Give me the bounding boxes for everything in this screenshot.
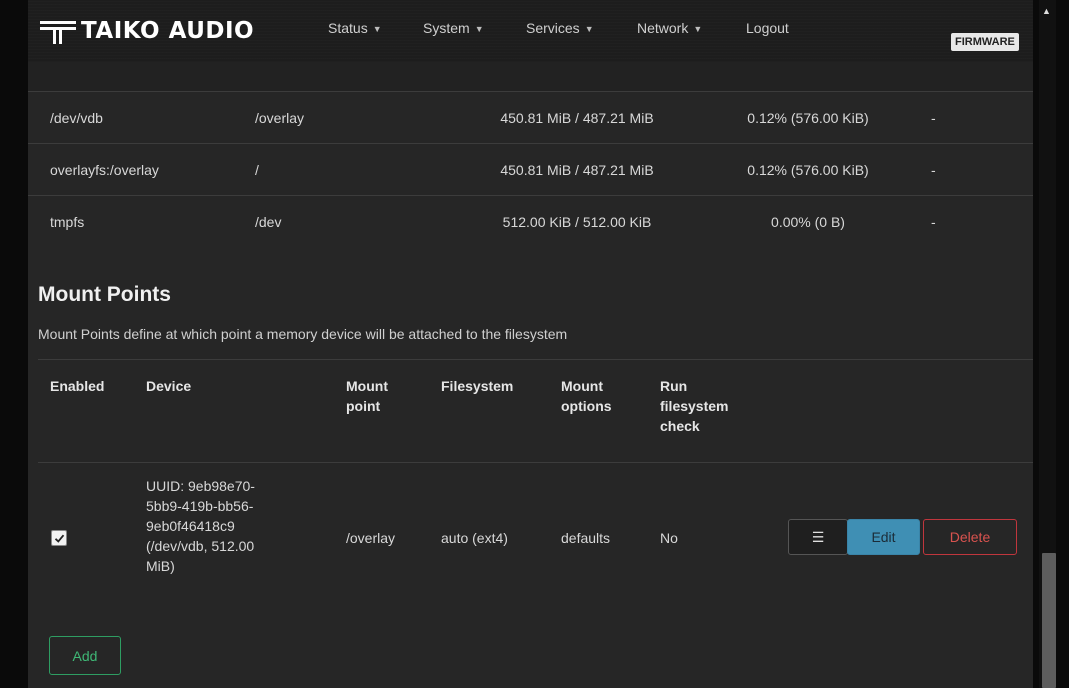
firmware-badge[interactable]: FIRMWARE bbox=[951, 33, 1019, 51]
storage-device: tmpfs bbox=[28, 195, 255, 248]
caret-down-icon: ▼ bbox=[584, 24, 594, 34]
header-filesystem: Filesystem bbox=[441, 378, 514, 394]
add-button[interactable]: Add bbox=[49, 636, 121, 675]
menu-icon: ☰ bbox=[811, 528, 825, 545]
header-line: Run bbox=[660, 378, 688, 394]
device-line: MiB) bbox=[146, 558, 175, 574]
header-device: Device bbox=[146, 378, 192, 394]
nav-system-menu[interactable]: System ▼ bbox=[423, 20, 484, 36]
header-line: check bbox=[660, 418, 700, 434]
brand-name: TAIKO AUDIO bbox=[81, 18, 255, 44]
storage-reserved: 0.12% (576.00 KiB) bbox=[713, 91, 903, 144]
device-line: (/dev/vdb, 512.00 bbox=[146, 538, 255, 554]
drag-handle-button[interactable]: ☰ bbox=[788, 519, 848, 555]
checkmark-icon bbox=[54, 534, 64, 543]
storage-usage: 450.81 MiB / 487.21 MiB bbox=[441, 91, 713, 144]
storage-extra: - bbox=[903, 91, 1033, 144]
nav-status-menu[interactable]: Status ▼ bbox=[328, 20, 382, 36]
storage-reserved: 0.12% (576.00 KiB) bbox=[713, 143, 903, 196]
device-line: 9eb0f46418c9 bbox=[146, 518, 235, 534]
caret-down-icon: ▼ bbox=[474, 24, 484, 34]
header-mount-point: Mount point bbox=[346, 376, 388, 416]
header-line: point bbox=[346, 398, 381, 414]
table-row: /dev/vdb /overlay 450.81 MiB / 487.21 Mi… bbox=[28, 91, 1033, 144]
header-run-fsck: Run filesystem check bbox=[660, 376, 728, 436]
header-line: Mount bbox=[346, 378, 388, 394]
nav-network-label: Network bbox=[637, 20, 689, 36]
storage-table: /dev/vdb /overlay 450.81 MiB / 487.21 Mi… bbox=[28, 91, 1033, 248]
scroll-up-arrow-icon[interactable]: ▲ bbox=[1042, 6, 1051, 16]
table-row: overlayfs:/overlay / 450.81 MiB / 487.21… bbox=[28, 143, 1033, 196]
section-description: Mount Points define at which point a mem… bbox=[38, 326, 568, 342]
top-navbar: TAIKO AUDIO Status ▼ System ▼ Services ▼ Ne… bbox=[28, 0, 1033, 62]
nav-logout-link[interactable]: Logout bbox=[746, 20, 789, 36]
storage-reserved: 0.00% (0 B) bbox=[713, 195, 903, 248]
storage-extra: - bbox=[903, 143, 1033, 196]
caret-down-icon: ▼ bbox=[372, 24, 382, 34]
storage-usage: 512.00 KiB / 512.00 KiB bbox=[441, 195, 713, 248]
page-content: TAIKO AUDIO Status ▼ System ▼ Services ▼ Ne… bbox=[28, 0, 1033, 688]
nav-status-label: Status bbox=[328, 20, 368, 36]
nav-system-label: System bbox=[423, 20, 470, 36]
taiko-logo-icon bbox=[40, 21, 76, 44]
storage-device: overlayfs:/overlay bbox=[28, 143, 255, 196]
header-enabled: Enabled bbox=[50, 378, 105, 394]
device-cell: UUID: 9eb98e70- 5bb9-419b-bb56- 9eb0f464… bbox=[146, 476, 255, 576]
delete-button[interactable]: Delete bbox=[923, 519, 1017, 555]
storage-mount: /overlay bbox=[255, 91, 441, 144]
section-title: Mount Points bbox=[38, 283, 171, 306]
header-mount-options: Mount options bbox=[561, 376, 612, 416]
table-header: Enabled Device Mount point Filesystem Mo… bbox=[38, 360, 1033, 463]
scrollbar-thumb[interactable] bbox=[1042, 553, 1056, 688]
nav-logout-label: Logout bbox=[746, 20, 789, 36]
table-row: tmpfs /dev 512.00 KiB / 512.00 KiB 0.00%… bbox=[28, 195, 1033, 248]
header-line: filesystem bbox=[660, 398, 729, 414]
fsck-cell: No bbox=[660, 530, 678, 546]
storage-extra: - bbox=[903, 195, 1033, 248]
device-line: UUID: 9eb98e70- bbox=[146, 478, 255, 494]
caret-down-icon: ▼ bbox=[693, 24, 703, 34]
header-line: options bbox=[561, 398, 612, 414]
storage-usage: 450.81 MiB / 487.21 MiB bbox=[441, 143, 713, 196]
device-line: 5bb9-419b-bb56- bbox=[146, 498, 254, 514]
mount-point-cell: /overlay bbox=[346, 530, 396, 546]
nav-network-menu[interactable]: Network ▼ bbox=[637, 20, 702, 36]
nav-services-menu[interactable]: Services ▼ bbox=[526, 20, 594, 36]
storage-mount: / bbox=[255, 143, 441, 196]
storage-mount: /dev bbox=[255, 195, 441, 248]
mount-points-table: Enabled Device Mount point Filesystem Mo… bbox=[38, 359, 1033, 608]
header-line: Mount bbox=[561, 378, 603, 394]
filesystem-cell: auto (ext4) bbox=[441, 530, 508, 546]
enabled-checkbox[interactable] bbox=[51, 530, 67, 546]
nav-services-label: Services bbox=[526, 20, 580, 36]
mount-options-cell: defaults bbox=[561, 530, 611, 546]
storage-device: /dev/vdb bbox=[28, 91, 255, 144]
edit-button[interactable]: Edit bbox=[847, 519, 920, 555]
brand-logo[interactable]: TAIKO AUDIO bbox=[38, 14, 254, 48]
navbar-shadow-strip bbox=[28, 62, 1033, 92]
